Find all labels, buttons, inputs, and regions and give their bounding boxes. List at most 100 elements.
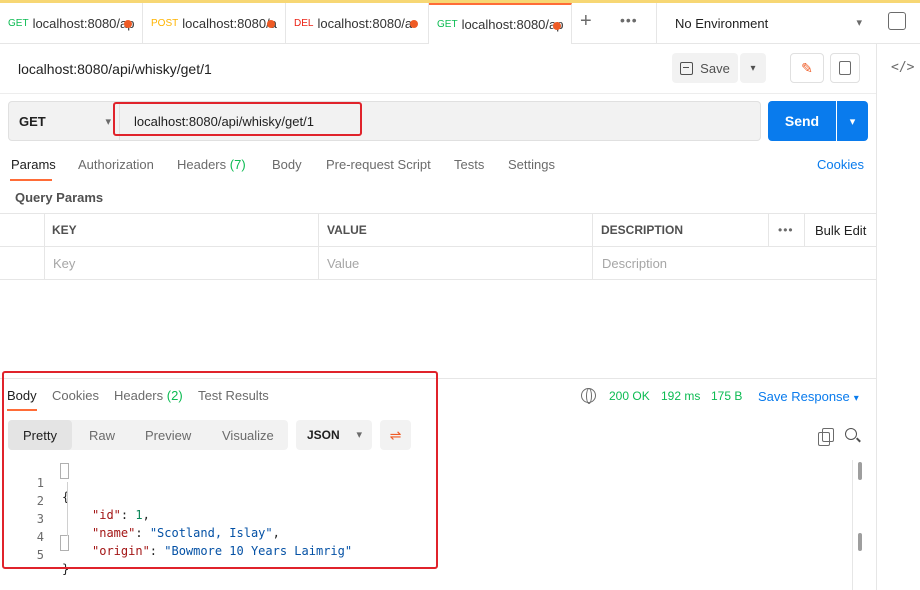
tab-url: localhost:8080/ap: [461, 17, 564, 32]
response-tab-headers-label: Headers: [114, 388, 164, 403]
save-response-label: Save Response: [758, 389, 850, 404]
column-header-value: VALUE: [327, 223, 367, 237]
tab-authorization[interactable]: Authorization: [78, 157, 154, 172]
tab-method: POST: [151, 18, 179, 29]
send-options-chevron-icon[interactable]: ▾: [837, 101, 868, 141]
url-input[interactable]: [120, 101, 761, 141]
copy-icon[interactable]: [818, 428, 834, 446]
column-divider: [804, 214, 805, 247]
view-mode-group: Pretty Raw Preview Visualize: [8, 420, 288, 450]
tab-body[interactable]: Body: [272, 157, 302, 172]
scrollbar-thumb[interactable]: [858, 533, 862, 551]
request-tab-3[interactable]: DEL localhost:8080/a: [286, 3, 429, 44]
key-input[interactable]: Key: [53, 256, 75, 271]
tab-url: localhost:8080/a: [317, 16, 413, 31]
response-time[interactable]: 192 ms: [661, 389, 700, 403]
chevron-down-icon: ▾: [853, 393, 859, 404]
tab-url: localhost:8080/a: [182, 16, 277, 31]
column-divider: [592, 214, 593, 280]
tab-tests[interactable]: Tests: [454, 157, 484, 172]
code-line: 1 {: [0, 462, 840, 504]
column-divider: [768, 214, 769, 247]
code-line: 4 "origin": "Bowmore 10 Years Laimrig": [0, 516, 840, 558]
format-label: JSON: [307, 428, 340, 442]
send-button[interactable]: Send: [768, 101, 836, 141]
tab-url: localhost:8080/ap: [32, 16, 135, 31]
column-header-description: DESCRIPTION: [601, 223, 684, 237]
scrollbar-thumb[interactable]: [858, 462, 862, 480]
right-sidebar: </>: [876, 44, 920, 590]
request-tab-4-active[interactable]: GET localhost:8080/ap: [429, 3, 572, 44]
chevron-down-icon: ▾: [105, 116, 111, 128]
save-disk-icon: [680, 61, 694, 75]
active-tab-underline: [10, 179, 52, 181]
method-select[interactable]: GET ▾: [8, 101, 120, 141]
active-tab-underline: [7, 409, 37, 411]
code-line: 2 "id": 1,: [0, 480, 840, 522]
view-raw-button[interactable]: Raw: [89, 420, 115, 450]
brace-match-highlight: [60, 463, 69, 479]
method-label: GET: [19, 113, 46, 129]
chevron-down-icon: ▾: [356, 429, 362, 441]
more-tabs-icon[interactable]: •••: [620, 12, 638, 28]
query-params-table: KEY VALUE DESCRIPTION ••• Bulk Edit Key …: [0, 213, 876, 280]
response-tab-headers[interactable]: Headers (2): [114, 388, 183, 403]
new-tab-plus-icon[interactable]: +: [580, 10, 592, 33]
save-button[interactable]: Save: [672, 53, 738, 83]
request-tab-1[interactable]: GET localhost:8080/ap: [0, 3, 143, 44]
search-icon[interactable]: [845, 428, 857, 440]
unsaved-dot-icon: [410, 20, 418, 28]
environment-quick-look-icon[interactable]: [888, 12, 906, 30]
request-title-bar: localhost:8080/api/whisky/get/1 Save ▾ ✎: [0, 44, 876, 94]
response-scroll-track: [852, 460, 853, 590]
brace-match-highlight: [60, 535, 69, 551]
column-header-key: KEY: [52, 223, 77, 237]
response-tab-cookies[interactable]: Cookies: [52, 388, 99, 403]
description-input[interactable]: Description: [602, 256, 667, 271]
query-params-title: Query Params: [15, 190, 104, 205]
request-tabs: Params Authorization Headers (7) Body Pr…: [0, 150, 876, 182]
tab-method: DEL: [294, 18, 314, 29]
response-divider[interactable]: [0, 378, 876, 379]
line-number: 5: [36, 548, 44, 562]
chevron-down-icon: ▾: [856, 17, 862, 29]
format-select[interactable]: JSON ▾: [296, 420, 372, 450]
code-snippet-icon[interactable]: </>: [891, 60, 914, 75]
more-options-icon[interactable]: •••: [778, 223, 794, 237]
view-preview-button[interactable]: Preview: [145, 420, 191, 450]
response-size[interactable]: 175 B: [711, 389, 742, 403]
request-tab-2[interactable]: POST localhost:8080/a: [143, 3, 286, 44]
cookies-link[interactable]: Cookies: [817, 157, 864, 172]
save-response-button[interactable]: Save Response ▾: [758, 389, 859, 404]
edit-pencil-icon[interactable]: ✎: [790, 53, 824, 83]
bulk-edit-button[interactable]: Bulk Edit: [815, 223, 866, 238]
view-visualize-button[interactable]: Visualize: [222, 420, 274, 450]
tab-headers[interactable]: Headers (7): [177, 157, 246, 172]
view-pretty-button[interactable]: Pretty: [8, 420, 72, 450]
tab-settings[interactable]: Settings: [508, 157, 555, 172]
headers-count: (7): [229, 157, 246, 172]
response-tab-test-results[interactable]: Test Results: [198, 388, 269, 403]
unsaved-dot-icon: [553, 22, 561, 30]
documentation-icon[interactable]: [830, 53, 860, 83]
code-line: 5 }: [0, 534, 840, 576]
globe-icon[interactable]: [581, 388, 596, 404]
response-tabs: Body Cookies Headers (2) Test Results: [0, 385, 876, 411]
value-input[interactable]: Value: [327, 256, 359, 271]
indent-guide: [67, 482, 68, 536]
response-tab-body[interactable]: Body: [7, 388, 37, 403]
save-options-chevron-icon[interactable]: ▾: [740, 53, 766, 83]
column-divider: [318, 214, 319, 280]
request-name[interactable]: localhost:8080/api/whisky/get/1: [18, 61, 212, 77]
tab-headers-label: Headers: [177, 157, 227, 172]
tab-pre-request-script[interactable]: Pre-request Script: [326, 157, 431, 172]
wrap-lines-icon[interactable]: ⇌: [380, 420, 411, 450]
unsaved-dot-icon: [267, 20, 275, 28]
environment-select[interactable]: No Environment ▾: [656, 3, 876, 44]
tab-params[interactable]: Params: [11, 157, 56, 172]
unsaved-dot-icon: [124, 20, 132, 28]
status-code[interactable]: 200 OK: [609, 389, 650, 403]
save-label: Save: [700, 60, 730, 76]
response-headers-count: (2): [166, 388, 183, 403]
column-divider: [44, 214, 45, 280]
